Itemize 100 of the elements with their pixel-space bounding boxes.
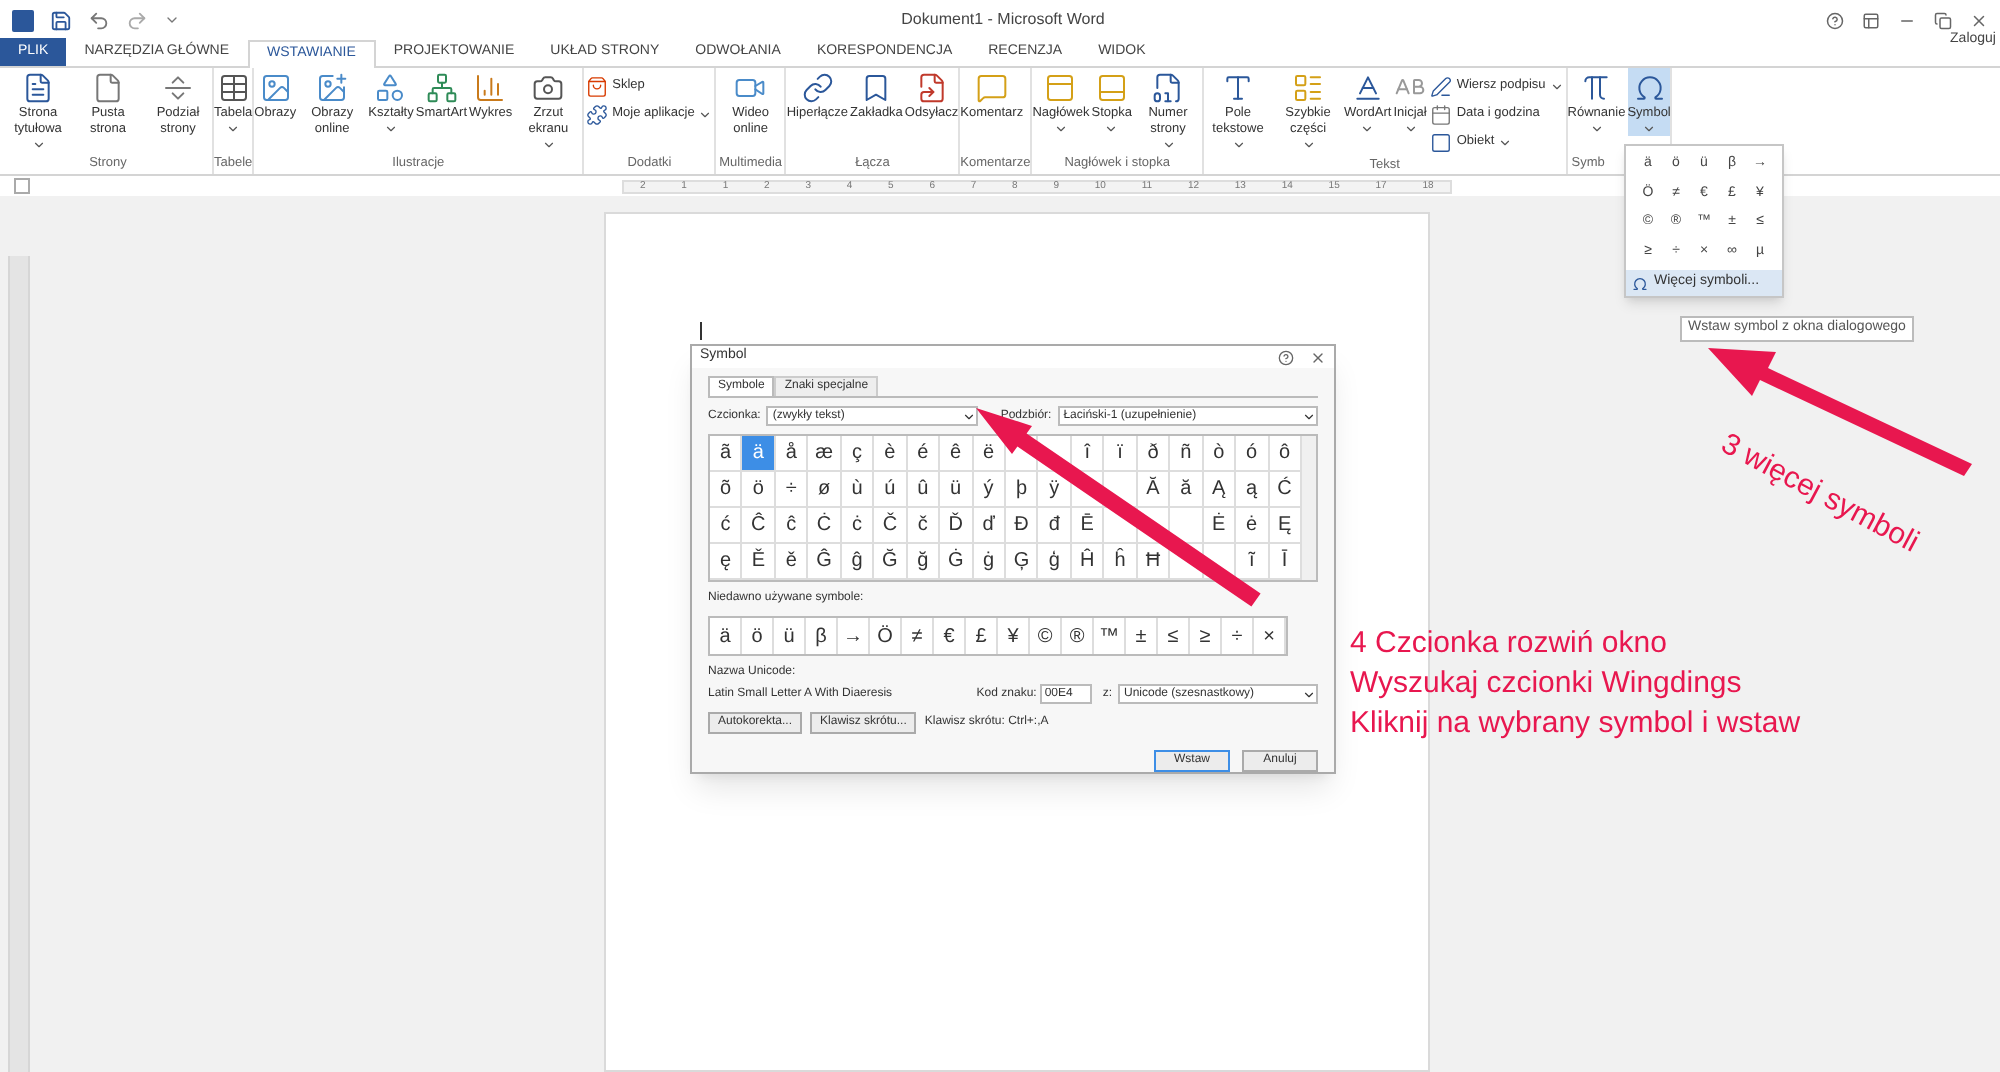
symbol-cell[interactable]: Ģ (1006, 544, 1039, 580)
symbol-cell[interactable]: Ĥ (1071, 544, 1105, 580)
symbol-cell[interactable]: č (907, 508, 941, 544)
help-icon[interactable] (1826, 11, 1844, 29)
app-logo-icon (12, 9, 34, 31)
caret-icon (1589, 122, 1604, 136)
symbol-cell[interactable]: é (907, 436, 941, 472)
symbol-cell[interactable]: Ą (1203, 472, 1237, 508)
symbol-cell[interactable]: ü (940, 472, 974, 508)
symbol-cell[interactable]: Ĝ (808, 544, 842, 580)
symbol-cell[interactable]: Č (874, 508, 908, 544)
symbol-cell[interactable]: ė (1236, 508, 1270, 544)
symbol-cell[interactable]: ê (940, 436, 974, 472)
undo-icon[interactable] (88, 9, 110, 31)
symbol-cell[interactable]: ù (841, 472, 875, 508)
customize-icon[interactable] (164, 12, 180, 28)
symbol-cell[interactable]: ġ (973, 544, 1006, 580)
symbol-cell[interactable]: è (874, 436, 908, 472)
symbol-cell[interactable]: ý (973, 472, 1006, 508)
list-icon (1292, 72, 1324, 104)
symbol-cell[interactable]: ñ (1170, 436, 1204, 472)
caret-icon (31, 138, 45, 152)
caret-icon (383, 122, 398, 136)
symbol-cell[interactable]: ĝ (841, 544, 875, 580)
shapes-icon (374, 72, 407, 104)
camera-icon (532, 72, 565, 104)
caret-icon (1360, 122, 1375, 136)
symbol-cell[interactable]: Ě (742, 544, 776, 580)
help-icon[interactable] (1278, 349, 1294, 365)
symbol-cell[interactable]: Ď (940, 508, 974, 544)
symbol-cell[interactable]: Ĉ (742, 508, 776, 544)
symbol-cell[interactable]: ç (841, 436, 875, 472)
window-title: Dokument1 - Microsoft Word (901, 8, 1105, 32)
page-break-icon (162, 72, 194, 104)
annotation-text: 4 Czcionka rozwiń okno (1350, 624, 1669, 664)
omega-icon (1633, 72, 1666, 104)
symbol-cell[interactable]: ĉ (775, 508, 809, 544)
symbol-cell[interactable]: Ē (1071, 508, 1105, 544)
symbol-cell[interactable]: ć (710, 508, 743, 544)
annotation-text: Kliknij na wybrany symbol i wstaw (1350, 704, 1801, 744)
symbol-cell[interactable]: ă (1170, 472, 1204, 508)
speech-bubble-icon (975, 72, 1008, 104)
symbol-cell[interactable]: ú (874, 472, 908, 508)
pen-icon (1430, 75, 1453, 97)
symbol-cell[interactable]: ö (742, 472, 776, 508)
symbol-cell[interactable]: æ (808, 436, 842, 472)
text-icon (1222, 72, 1254, 104)
calendar-icon (1430, 103, 1453, 125)
pi-icon (1580, 72, 1613, 104)
scrollbar[interactable] (1302, 436, 1316, 580)
bar-chart-icon (474, 72, 507, 104)
symbol-cell[interactable]: đ (1038, 508, 1072, 544)
restore-icon[interactable] (1934, 11, 1952, 29)
symbol-cell[interactable]: Ğ (874, 544, 908, 580)
caret-icon (1104, 122, 1119, 136)
symbol-cell[interactable]: õ (710, 472, 743, 508)
puzzle-icon (586, 103, 609, 125)
caret-icon (541, 138, 556, 152)
symbol-cell[interactable]: ģ (1038, 544, 1072, 580)
symbol-cell[interactable]: ĥ (1104, 544, 1138, 580)
symbol-cell[interactable]: ċ (841, 508, 875, 544)
symbol-cell[interactable]: û (907, 472, 941, 508)
symbol-cell[interactable]: ð (1137, 436, 1171, 472)
symbol-cell[interactable]: Ă (1137, 472, 1171, 508)
ribbon-options-icon[interactable] (1862, 11, 1880, 29)
square-icon (1430, 131, 1453, 153)
close-icon[interactable] (1310, 349, 1326, 365)
caret-icon (1161, 138, 1175, 152)
text-cursor (700, 322, 702, 340)
bag-icon (586, 75, 609, 97)
symbol-cell[interactable]: ò (1203, 436, 1237, 472)
annotation-text: Wyszukaj czcionki Wingdings (1350, 664, 1744, 704)
symbol-cell[interactable]: ą (1236, 472, 1270, 508)
symbol-cell[interactable]: ï (1104, 436, 1138, 472)
caret-icon (962, 409, 977, 423)
symbol-cell[interactable]: ø (808, 472, 842, 508)
caret-icon (1549, 79, 1564, 93)
symbol-cell[interactable]: Đ (1006, 508, 1039, 544)
symbol-cell[interactable]: ÷ (775, 472, 809, 508)
close-icon[interactable] (1970, 11, 1988, 29)
symbol-cell[interactable]: þ (1006, 472, 1039, 508)
symbol-cell[interactable]: ę (710, 544, 743, 580)
caret-icon (1498, 135, 1513, 149)
header-icon (1044, 72, 1077, 104)
document-arrow-icon (915, 72, 948, 104)
letter-icon (1351, 72, 1384, 104)
symbol-cell[interactable]: ě (775, 544, 809, 580)
symbol-cell[interactable]: Ċ (808, 508, 842, 544)
save-icon[interactable] (50, 9, 72, 31)
caret-icon (1403, 122, 1418, 136)
symbol-cell[interactable]: Ė (1203, 508, 1237, 544)
symbol-cell[interactable]: ó (1236, 436, 1270, 472)
footer-icon (1095, 72, 1128, 104)
symbol-cell[interactable]: å (775, 436, 809, 472)
symbol-cell[interactable]: ğ (907, 544, 941, 580)
symbol-cell[interactable]: Ġ (940, 544, 974, 580)
table-icon (217, 72, 250, 104)
symbol-cell[interactable]: ď (973, 508, 1006, 544)
caret-icon (226, 122, 241, 136)
caret-icon (698, 107, 713, 121)
